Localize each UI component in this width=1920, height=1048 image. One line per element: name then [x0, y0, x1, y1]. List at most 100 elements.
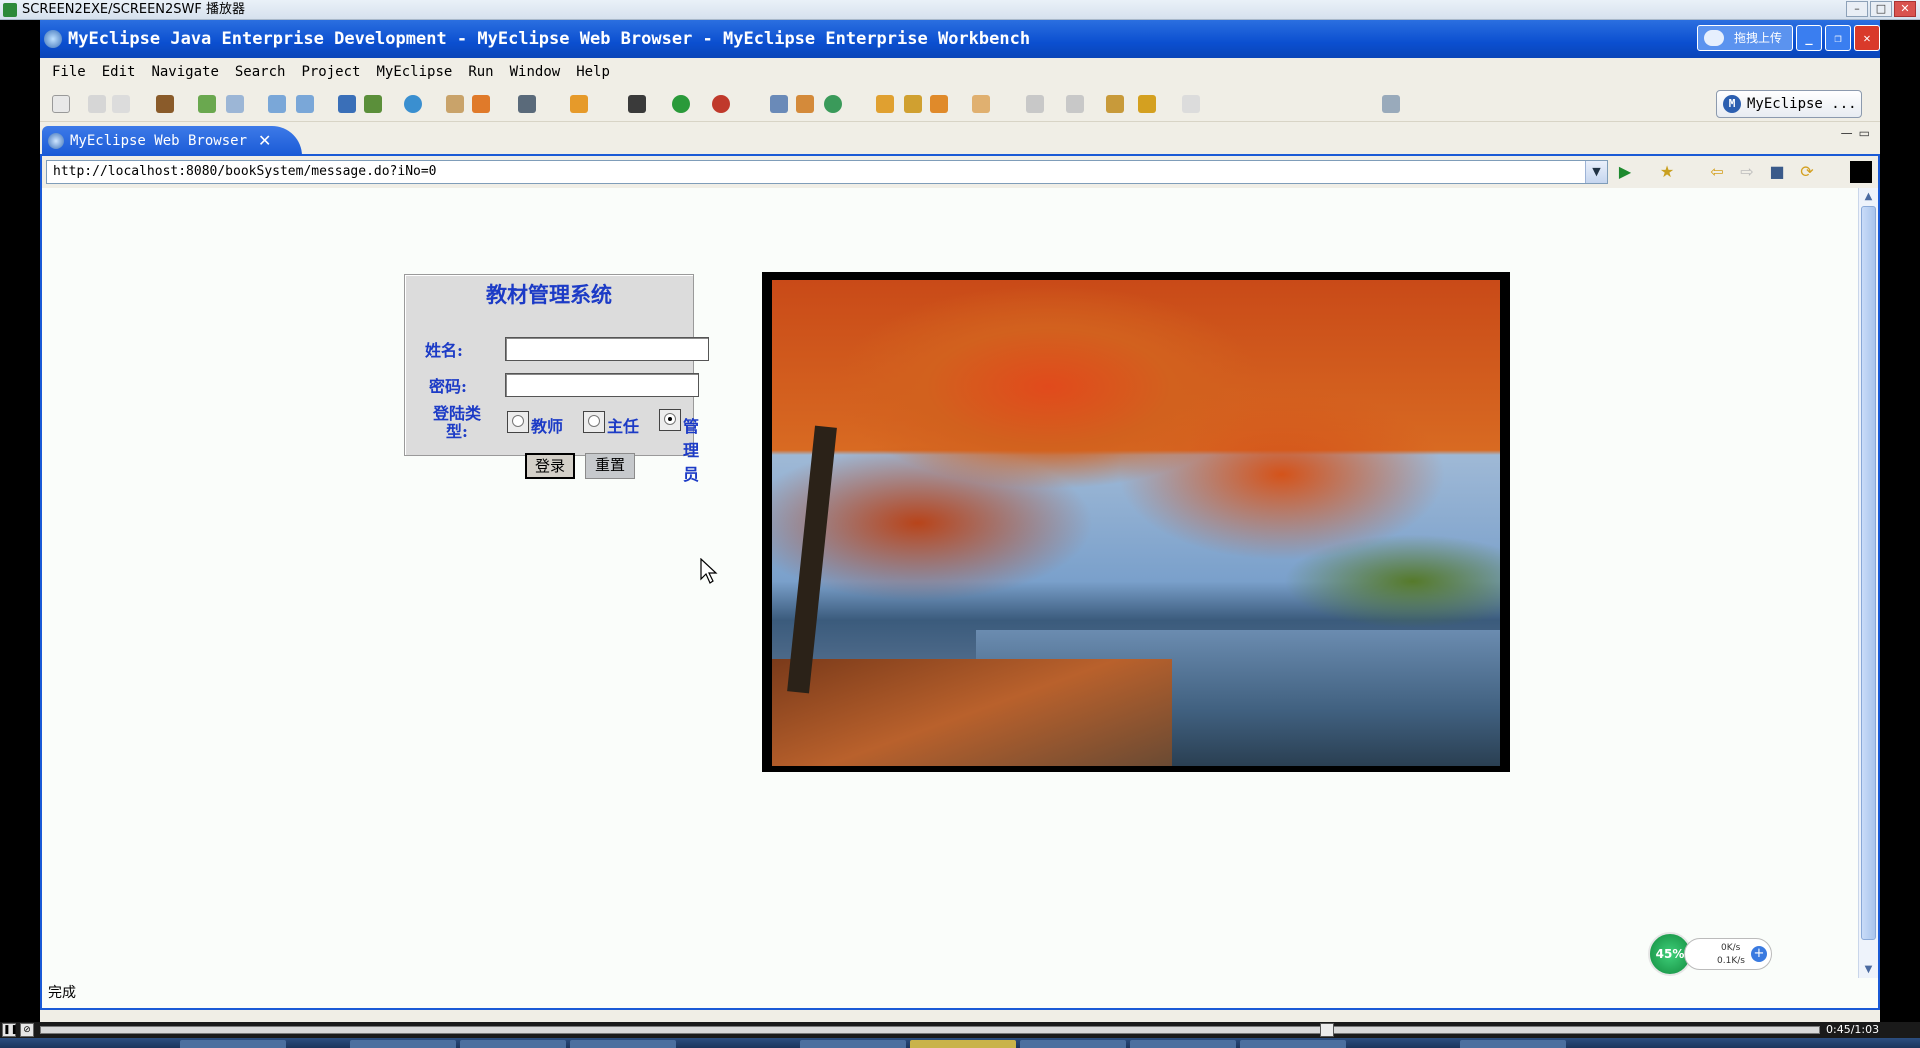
open-type-icon[interactable]	[338, 95, 356, 113]
upload-speed: 0K/s	[1721, 943, 1741, 953]
forward-arrow-icon[interactable]	[1182, 95, 1200, 113]
undeploy-icon[interactable]	[296, 95, 314, 113]
radio-director-label: 主任	[607, 417, 640, 436]
seek-knob[interactable]	[1320, 1023, 1334, 1037]
new-server-icon[interactable]	[770, 95, 788, 113]
taskbar-item[interactable]	[1460, 1040, 1566, 1048]
url-input[interactable]: http://localhost:8080/bookSystem/message…	[46, 160, 1608, 184]
close-tab-icon[interactable]: ✕	[258, 126, 271, 156]
minimize-view-icon[interactable]: —	[1841, 126, 1859, 140]
taskbar-item-active[interactable]	[910, 1040, 1016, 1048]
go-icon[interactable]: ▶	[1616, 163, 1634, 181]
next-annotation-icon[interactable]	[1026, 95, 1044, 113]
restore-window-icon[interactable]: ❐	[1825, 25, 1851, 51]
scroll-up-icon[interactable]: ▲	[1860, 188, 1877, 205]
refresh-icon[interactable]	[824, 95, 842, 113]
eclipse-window: MyEclipse Java Enterprise Development - …	[40, 20, 1880, 1022]
plus-icon[interactable]: +	[1751, 946, 1767, 962]
package-icon[interactable]	[156, 95, 174, 113]
chevron-down-icon[interactable]: ▼	[1585, 161, 1607, 183]
login-button[interactable]: 登录	[525, 453, 575, 479]
network-meter[interactable]: 45% 0K/s 0.1K/s +	[1648, 932, 1774, 976]
pen-icon[interactable]	[904, 95, 922, 113]
bug-icon[interactable]	[628, 95, 646, 113]
taskbar-item[interactable]	[350, 1040, 456, 1048]
upload-button[interactable]: 拖拽上传	[1696, 25, 1793, 51]
new-icon[interactable]	[52, 95, 70, 113]
browser-status: 完成	[42, 978, 1878, 1008]
back-arrow-icon[interactable]	[1138, 95, 1156, 113]
autumn-lake-photo	[762, 272, 1510, 772]
seek-track[interactable]	[40, 1026, 1820, 1034]
last-edit-icon[interactable]	[1106, 95, 1124, 113]
menu-project[interactable]: Project	[293, 58, 368, 86]
taskbar-item[interactable]	[180, 1040, 286, 1048]
stop-icon[interactable]: ⊘	[20, 1023, 34, 1037]
login-form: 教材管理系统 姓名: 密码: 登陆类型: 教师 主任 管理员 登录 重置	[404, 274, 709, 484]
login-type-label: 登陆类型:	[432, 404, 481, 441]
minimize-icon[interactable]: –	[1846, 1, 1868, 17]
radio-teacher[interactable]	[507, 411, 529, 433]
menu-window[interactable]: Window	[502, 58, 569, 86]
menu-navigate[interactable]: Navigate	[143, 58, 226, 86]
leaf-path	[772, 659, 1173, 766]
run-icon[interactable]	[672, 95, 690, 113]
maximize-view-icon[interactable]: ▭	[1859, 126, 1876, 140]
vertical-scrollbar[interactable]: ▲ ▼	[1858, 188, 1878, 978]
tab-web-browser[interactable]: MyEclipse Web Browser ✕	[42, 126, 302, 156]
menu-edit[interactable]: Edit	[94, 58, 144, 86]
minimize-window-icon[interactable]: _	[1796, 25, 1822, 51]
scroll-down-icon[interactable]: ▼	[1860, 961, 1877, 978]
forward-icon[interactable]: ⇨	[1738, 163, 1756, 181]
menu-file[interactable]: File	[44, 58, 94, 86]
taskbar-item[interactable]	[1130, 1040, 1236, 1048]
radio-admin[interactable]	[659, 409, 681, 431]
open-resource-icon[interactable]	[364, 95, 382, 113]
menu-run[interactable]: Run	[460, 58, 501, 86]
taskbar-item[interactable]	[570, 1040, 676, 1048]
pause-icon[interactable]: ❚❚	[2, 1023, 18, 1037]
browse-icon[interactable]	[972, 95, 990, 113]
save-icon[interactable]	[88, 95, 106, 113]
taskbar-item[interactable]	[800, 1040, 906, 1048]
camera-icon[interactable]	[518, 95, 536, 113]
taskbar-item[interactable]	[460, 1040, 566, 1048]
new-class-icon[interactable]	[796, 95, 814, 113]
back-icon[interactable]: ⇦	[1708, 163, 1726, 181]
external-tools-icon[interactable]	[712, 95, 730, 113]
globe-icon[interactable]	[404, 95, 422, 113]
maximize-icon[interactable]: □	[1870, 1, 1892, 17]
menu-search[interactable]: Search	[227, 58, 294, 86]
windows-taskbar	[0, 1038, 1920, 1048]
print-icon[interactable]	[112, 95, 130, 113]
scroll-thumb[interactable]	[1861, 206, 1876, 940]
add-folder-icon[interactable]	[472, 95, 490, 113]
address-bar: http://localhost:8080/bookSystem/message…	[42, 156, 1878, 188]
refresh-page-icon[interactable]: ⟳	[1798, 163, 1816, 181]
tab-label: MyEclipse Web Browser	[70, 133, 248, 149]
name-input[interactable]	[505, 337, 709, 361]
close-icon[interactable]: ✕	[1894, 1, 1916, 17]
taskbar-item[interactable]	[1020, 1040, 1126, 1048]
folder-icon[interactable]	[446, 95, 464, 113]
open-perspective-icon[interactable]	[1382, 95, 1400, 113]
view-source-icon[interactable]	[1850, 161, 1872, 183]
cloud-icon	[1703, 30, 1724, 46]
radio-director[interactable]	[583, 411, 605, 433]
menu-help[interactable]: Help	[568, 58, 618, 86]
favorites-icon[interactable]: ★	[1658, 163, 1676, 181]
deploy-icon[interactable]	[268, 95, 286, 113]
menu-myeclipse[interactable]: MyEclipse	[368, 58, 460, 86]
prev-annotation-icon[interactable]	[1066, 95, 1084, 113]
tools-icon[interactable]	[570, 95, 588, 113]
open-folder-icon[interactable]	[876, 95, 894, 113]
server-icon[interactable]	[226, 95, 244, 113]
annotate-icon[interactable]	[930, 95, 948, 113]
reset-button[interactable]: 重置	[585, 453, 635, 479]
close-window-icon[interactable]: ✕	[1854, 25, 1880, 51]
stop-icon[interactable]: ■	[1768, 163, 1786, 181]
perspective-switcher[interactable]: M MyEclipse ...	[1716, 90, 1862, 118]
debug-icon[interactable]	[198, 95, 216, 113]
taskbar-item[interactable]	[1240, 1040, 1346, 1048]
password-input[interactable]	[505, 373, 699, 397]
